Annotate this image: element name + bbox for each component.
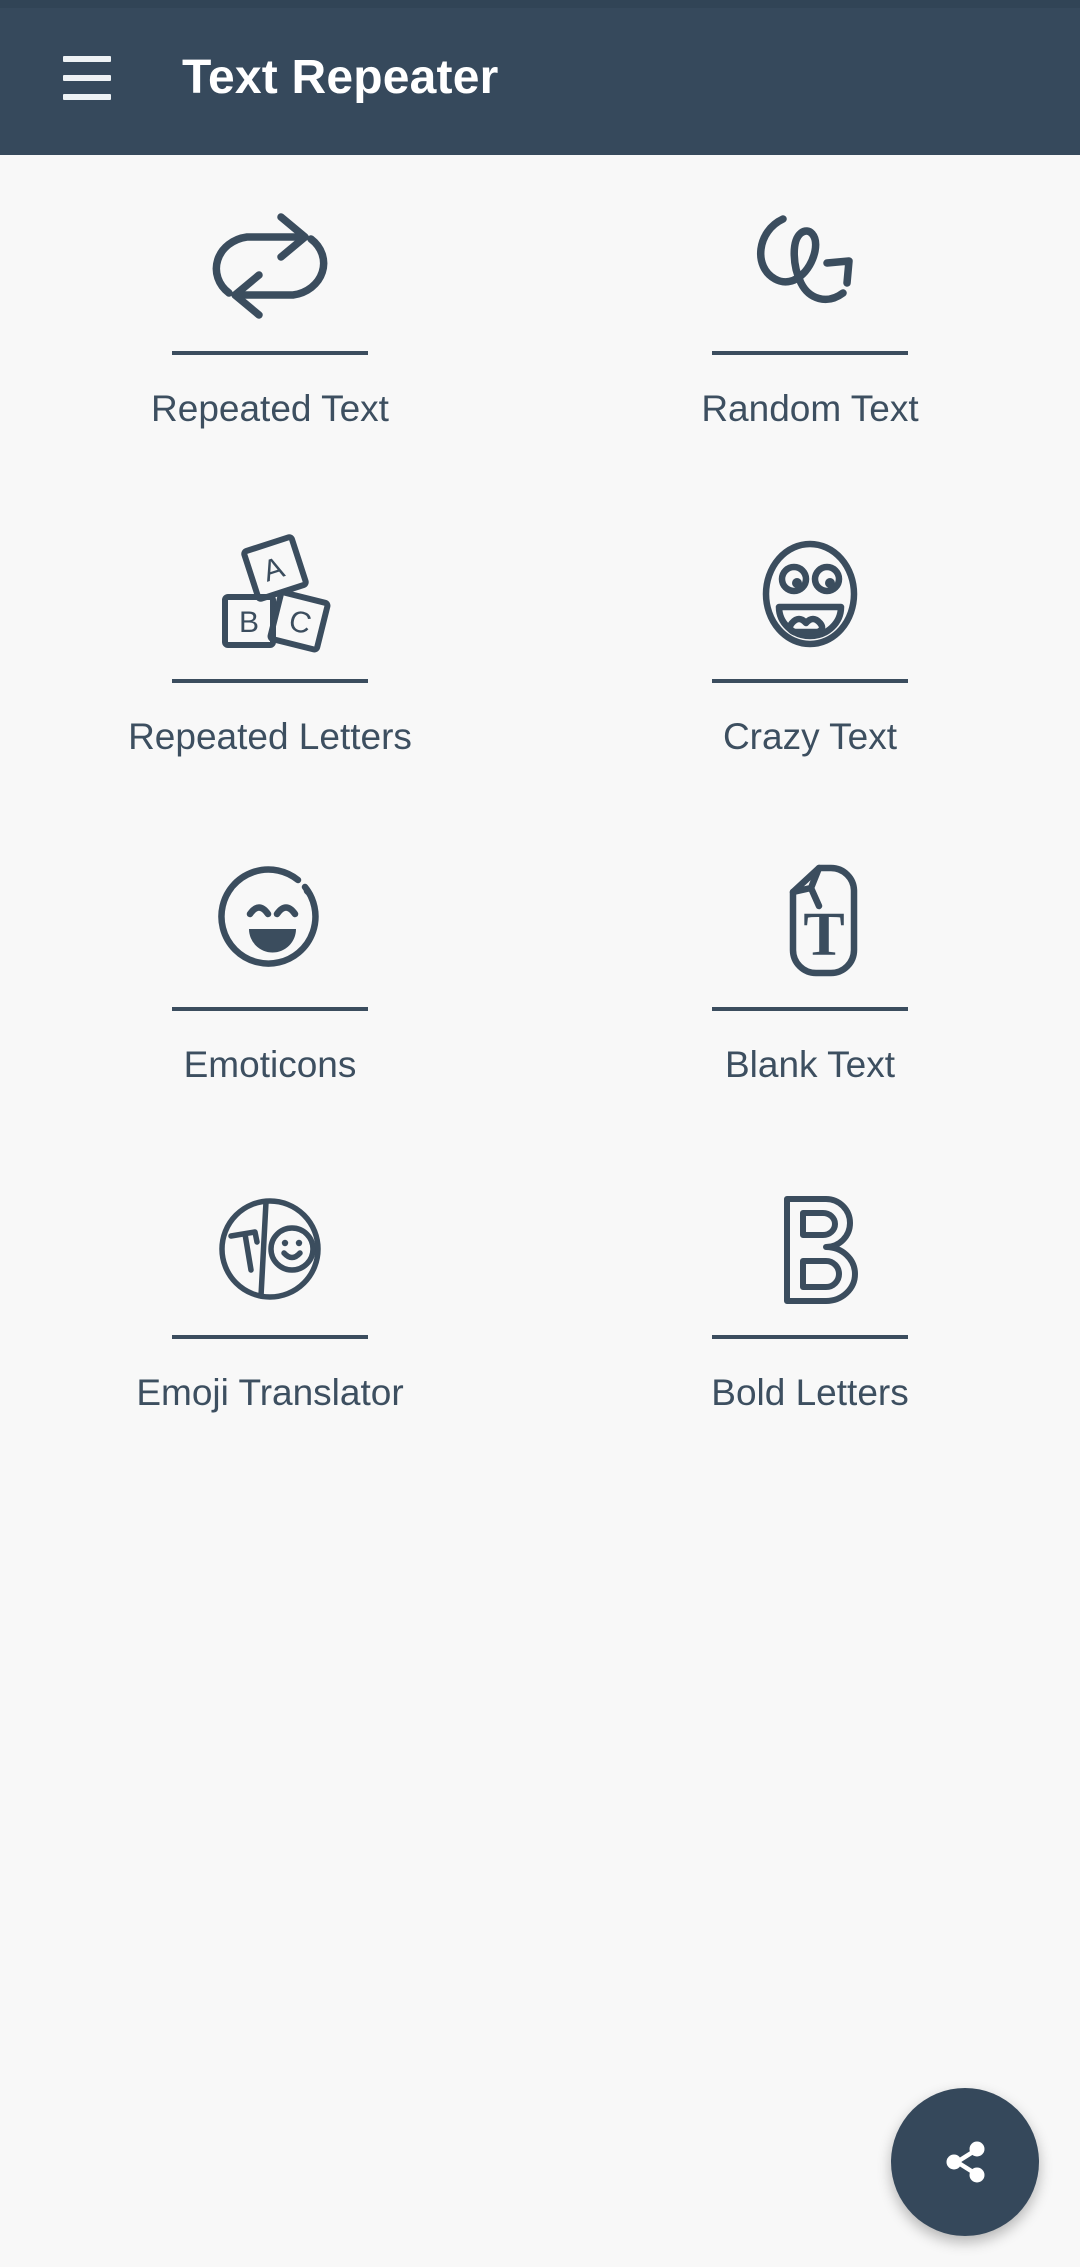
tile-label: Repeated Letters (128, 716, 412, 757)
outlined-letter-b-icon (735, 1175, 885, 1325)
tile-label: Blank Text (724, 1044, 896, 1085)
app-bar: Text Repeater (0, 0, 1080, 155)
tile-divider (172, 351, 368, 355)
crazy-laughing-face-icon (735, 519, 885, 669)
abc-blocks-icon: A B C (195, 519, 345, 669)
hamburger-menu-icon[interactable] (48, 39, 126, 117)
tile-label: Repeated Text (151, 388, 389, 429)
scribble-squiggle-arrow-icon (735, 191, 885, 341)
split-circle-t-smiley-icon (195, 1175, 345, 1325)
tile-divider (172, 1007, 368, 1011)
tile-label: Bold Letters (711, 1372, 909, 1413)
page-title: Text Repeater (182, 50, 499, 104)
tile-divider (712, 1007, 908, 1011)
tile-repeated-letters[interactable]: A B C Repeated Letters (0, 483, 540, 811)
status-bar-strip (0, 0, 1080, 8)
tile-divider (172, 679, 368, 683)
tile-random-text[interactable]: Random Text (540, 155, 1080, 483)
svg-text:C: C (286, 604, 315, 641)
tile-label: Emoticons (183, 1044, 357, 1085)
tile-repeated-text[interactable]: Repeated Text (0, 155, 540, 483)
smiling-face-icon (195, 847, 345, 997)
tile-emoticons[interactable]: Emoticons (0, 811, 540, 1139)
tile-emoji-translator[interactable]: Emoji Translator (0, 1139, 540, 1467)
menu-bar-top (63, 55, 111, 62)
tile-blank-text[interactable]: T Blank Text (540, 811, 1080, 1139)
repeat-loop-arrows-icon (195, 191, 345, 341)
tile-bold-letters[interactable]: Bold Letters (540, 1139, 1080, 1467)
tool-grid: Repeated Text Random Text A B C Repeated… (0, 155, 1080, 1467)
tile-divider (712, 351, 908, 355)
share-fab-button[interactable] (891, 2088, 1039, 2236)
tile-label: Emoji Translator (136, 1372, 404, 1413)
tile-divider (172, 1335, 368, 1339)
menu-bar-bottom (63, 93, 111, 100)
document-folded-corner-t-icon: T (735, 847, 885, 997)
tile-crazy-text[interactable]: Crazy Text (540, 483, 1080, 811)
tile-label: Random Text (701, 388, 919, 429)
share-icon (946, 2141, 985, 2183)
tile-label: Crazy Text (722, 716, 898, 757)
app-root: Text Repeater Repeated Text Random Text … (0, 0, 1080, 2267)
svg-text:A: A (259, 551, 288, 589)
svg-text:T: T (803, 901, 844, 969)
tile-divider (712, 1335, 908, 1339)
menu-bar-middle (63, 74, 111, 81)
tile-divider (712, 679, 908, 683)
svg-text:B: B (239, 606, 259, 639)
